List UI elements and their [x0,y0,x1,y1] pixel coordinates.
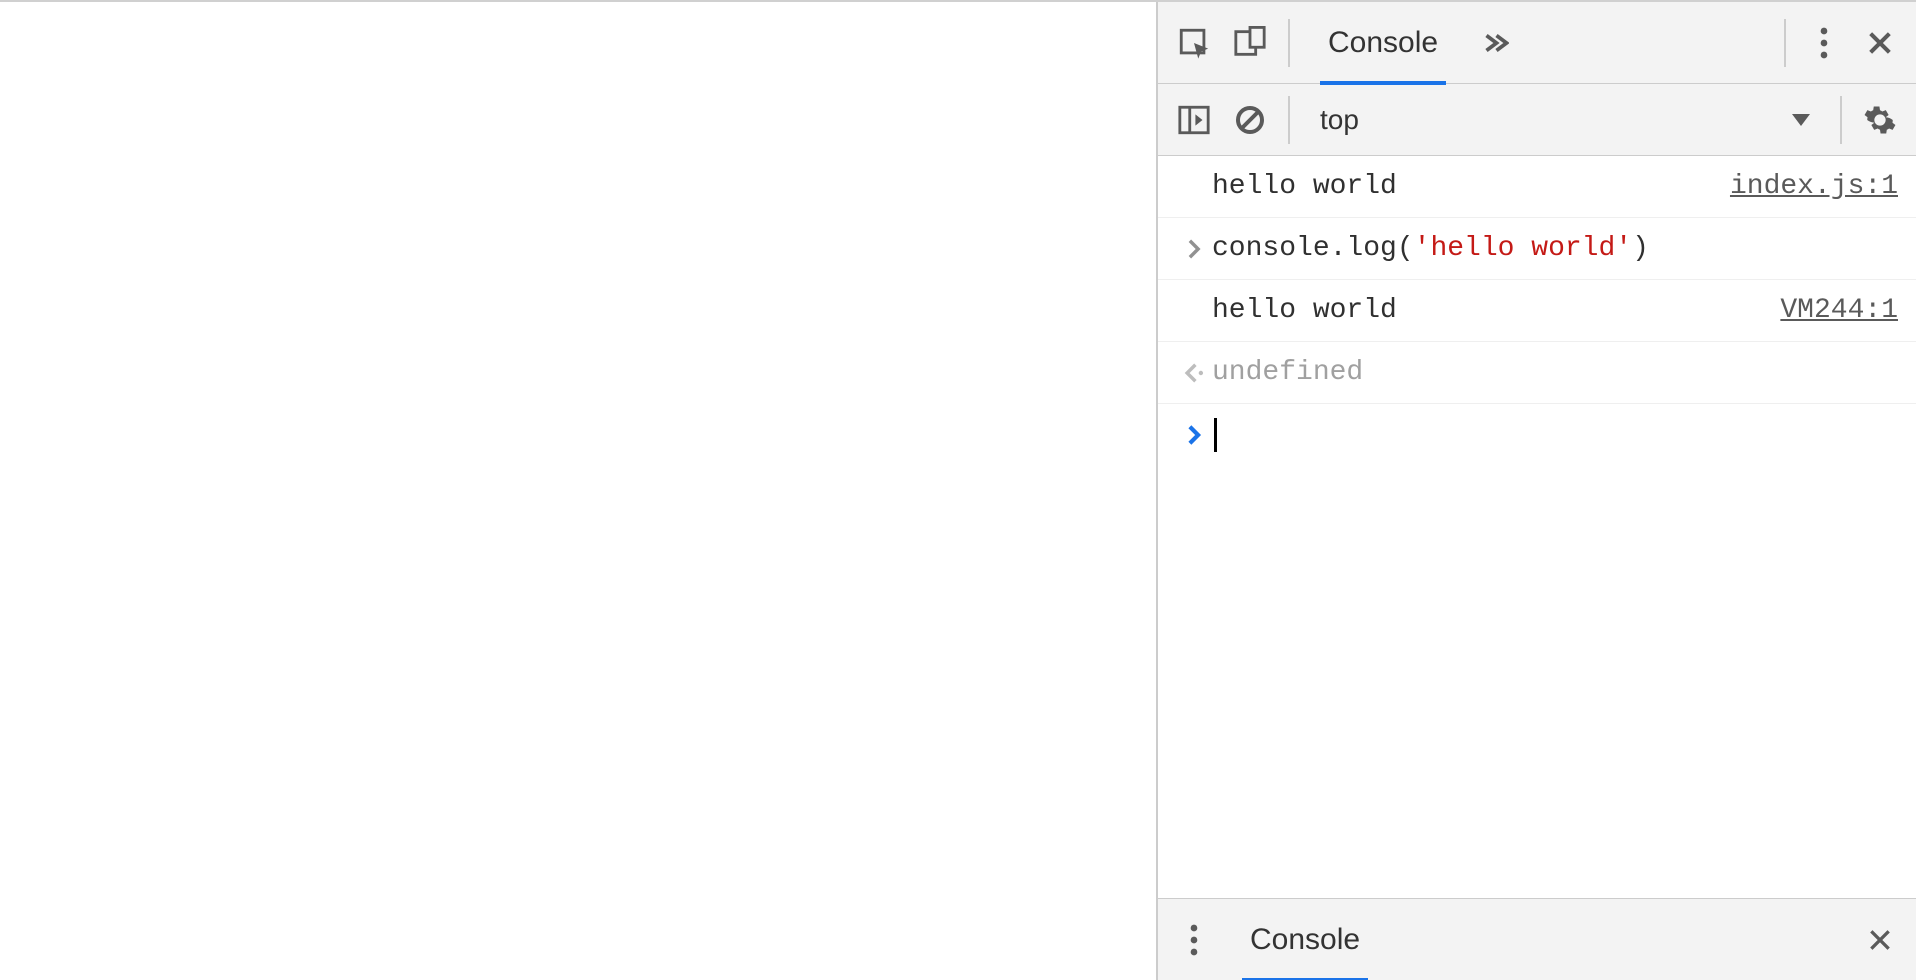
toolbar-separator [1840,96,1842,144]
console-log-row: hello world index.js:1 [1158,156,1916,218]
return-chevron-icon [1176,362,1212,384]
console-input-row: console.log('hello world') [1158,218,1916,280]
clear-console-icon[interactable] [1222,92,1278,148]
devtools-drawer: Console [1158,898,1916,980]
toolbar-separator [1288,19,1290,67]
inspect-element-icon[interactable] [1166,15,1222,71]
source-link[interactable]: index.js:1 [1730,171,1898,202]
toggle-sidebar-icon[interactable] [1166,92,1222,148]
execution-context-select[interactable]: top [1300,92,1830,148]
devtools-toolbar: Console [1158,2,1916,84]
console-filter-bar: top [1158,84,1916,156]
log-message: hello world [1212,171,1730,202]
return-value: undefined [1212,357,1898,388]
input-chevron-icon [1176,238,1212,260]
context-label: top [1320,104,1359,136]
close-drawer-icon[interactable] [1852,912,1908,968]
console-prompt[interactable] [1158,404,1916,466]
drawer-menu-icon[interactable] [1166,912,1222,968]
log-message: hello world [1212,295,1780,326]
source-link[interactable]: VM244:1 [1780,295,1898,326]
devtools-panel: Console [1156,2,1916,980]
kebab-menu-icon[interactable] [1796,15,1852,71]
console-settings-icon[interactable] [1852,92,1908,148]
toolbar-separator [1784,19,1786,67]
dropdown-triangle-icon [1792,114,1810,126]
page-content [0,2,1156,980]
tab-console[interactable]: Console [1300,2,1466,84]
close-devtools-icon[interactable] [1852,15,1908,71]
console-return-row: undefined [1158,342,1916,404]
console-output: hello world index.js:1 console.log('hell… [1158,156,1916,898]
drawer-tab-console[interactable]: Console [1222,899,1388,980]
evaluated-expression: console.log('hello world') [1212,233,1898,264]
more-tabs-icon[interactable] [1466,15,1522,71]
prompt-chevron-icon [1176,424,1212,446]
toolbar-separator [1288,96,1290,144]
console-log-row: hello world VM244:1 [1158,280,1916,342]
device-toggle-icon[interactable] [1222,15,1278,71]
